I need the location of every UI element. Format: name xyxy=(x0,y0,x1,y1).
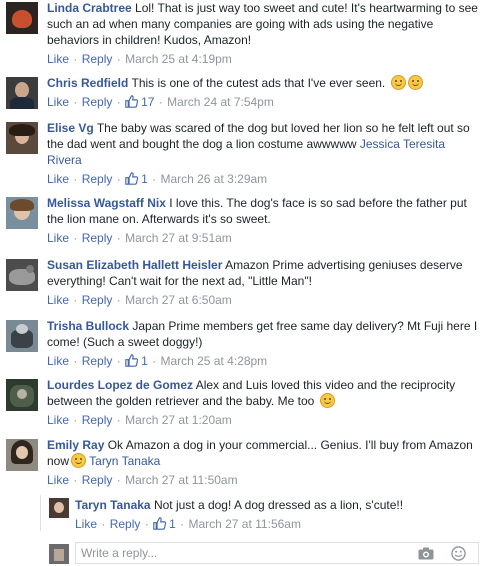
avatar[interactable] xyxy=(6,2,38,34)
thumbs-up-icon xyxy=(125,172,139,185)
comment-content: Taryn Tanaka Not just a dog! A dog dress… xyxy=(75,497,483,513)
reply-button[interactable]: Reply xyxy=(82,172,113,186)
comment-author[interactable]: Susan Elizabeth Hallett Heisler xyxy=(47,258,222,272)
comment-author[interactable]: Melissa Wagstaff Nix xyxy=(47,196,166,210)
like-button[interactable]: Like xyxy=(75,517,97,531)
thumbs-up-icon xyxy=(125,95,139,108)
comment-author[interactable]: Lourdes Lopez de Gomez xyxy=(47,378,193,392)
comment-actions: Like · Reply · 17 · March 24 at 7:54pm xyxy=(47,95,274,109)
avatar[interactable] xyxy=(49,498,69,518)
timestamp[interactable]: March 27 at 11:50am xyxy=(125,473,238,487)
comment-author[interactable]: Linda Crabtree xyxy=(47,1,132,15)
timestamp[interactable]: March 24 at 7:54pm xyxy=(167,95,274,109)
emoji-icon xyxy=(319,393,335,408)
like-button[interactable]: Like xyxy=(47,293,69,307)
avatar xyxy=(49,544,69,564)
comment-text: This is one of the cutest ads that I've … xyxy=(131,76,386,90)
timestamp[interactable]: March 27 at 6:50am xyxy=(125,293,232,307)
emoji-icon xyxy=(390,75,406,90)
comment-content: Lourdes Lopez de Gomez Alex and Luis lov… xyxy=(47,377,483,409)
emoji-icon xyxy=(407,75,423,90)
like-count[interactable]: 1 xyxy=(153,517,179,531)
comment-content: Trisha Bullock Japan Prime members get f… xyxy=(47,318,483,350)
like-button[interactable]: Like xyxy=(47,52,69,66)
comment-actions: Like · Reply · 1 · March 27 at 11:56am xyxy=(75,517,301,531)
camera-icon[interactable] xyxy=(418,547,434,560)
comment-content: Elise Vg The baby was scared of the dog … xyxy=(47,120,483,168)
timestamp[interactable]: March 25 at 4:28pm xyxy=(160,354,267,368)
timestamp[interactable]: March 27 at 11:56am xyxy=(188,517,301,531)
reply-button[interactable]: Reply xyxy=(82,52,113,66)
like-button[interactable]: Like xyxy=(47,172,69,186)
comment-author[interactable]: Elise Vg xyxy=(47,121,94,135)
smiley-icon[interactable] xyxy=(451,546,466,561)
avatar[interactable] xyxy=(6,320,38,352)
comment-actions: Like · Reply · March 27 at 6:50am xyxy=(47,293,232,307)
reply-button[interactable]: Reply xyxy=(82,231,113,245)
avatar[interactable] xyxy=(6,77,38,109)
tagged-user[interactable]: Taryn Tanaka xyxy=(89,454,160,468)
timestamp[interactable]: March 25 at 4:19pm xyxy=(125,52,232,66)
timestamp[interactable]: March 27 at 9:51am xyxy=(125,231,232,245)
reply-button[interactable]: Reply xyxy=(82,95,113,109)
comment-author[interactable]: Trisha Bullock xyxy=(47,319,129,333)
comment-content: Susan Elizabeth Hallett Heisler Amazon P… xyxy=(47,257,483,289)
comment-actions: Like · Reply · March 27 at 1:20am xyxy=(47,413,232,427)
like-count[interactable]: 17 xyxy=(125,95,158,109)
like-count[interactable]: 1 xyxy=(125,172,151,186)
comment-actions: Like · Reply · March 27 at 9:51am xyxy=(47,231,232,245)
reply-placeholder: Write a reply... xyxy=(81,546,158,560)
timestamp[interactable]: March 26 at 3:29am xyxy=(160,172,267,186)
comment-author[interactable]: Taryn Tanaka xyxy=(75,498,151,512)
avatar[interactable] xyxy=(6,197,38,229)
like-button[interactable]: Like xyxy=(47,413,69,427)
reply-button[interactable]: Reply xyxy=(110,517,141,531)
reply-composer: Write a reply... xyxy=(47,540,483,566)
like-button[interactable]: Like xyxy=(47,95,69,109)
avatar[interactable] xyxy=(6,259,38,291)
avatar[interactable] xyxy=(6,379,38,411)
thumbs-up-icon xyxy=(125,354,139,367)
comment-actions: Like · Reply · 1 · March 26 at 3:29am xyxy=(47,172,268,186)
like-button[interactable]: Like xyxy=(47,231,69,245)
reply-button[interactable]: Reply xyxy=(82,354,113,368)
comment-actions: Like · Reply · 1 · March 25 at 4:28pm xyxy=(47,354,268,368)
reply-button[interactable]: Reply xyxy=(82,473,113,487)
comment-content: Chris Redfield This is one of the cutest… xyxy=(47,75,483,91)
comment-content: Emily Ray Ok Amazon a dog in your commer… xyxy=(47,437,483,469)
comment-actions: Like · Reply · March 27 at 11:50am xyxy=(47,473,238,487)
emoji-icon xyxy=(71,453,87,468)
avatar[interactable] xyxy=(6,122,38,154)
comment-author[interactable]: Chris Redfield xyxy=(47,76,128,90)
reply-button[interactable]: Reply xyxy=(82,293,113,307)
comment-content: Linda Crabtree Lol! That is just way too… xyxy=(47,0,483,48)
thumbs-up-icon xyxy=(153,517,167,530)
comment-text: Not just a dog! A dog dressed as a lion,… xyxy=(153,498,404,512)
like-button[interactable]: Like xyxy=(47,354,69,368)
timestamp[interactable]: March 27 at 1:20am xyxy=(125,413,232,427)
comment-author[interactable]: Emily Ray xyxy=(47,438,104,452)
comment-actions: Like · Reply · March 25 at 4:19pm xyxy=(47,52,232,66)
like-button[interactable]: Like xyxy=(47,473,69,487)
like-count[interactable]: 1 xyxy=(125,354,151,368)
reply-button[interactable]: Reply xyxy=(82,413,113,427)
reply-input[interactable]: Write a reply... xyxy=(75,542,479,564)
reply-thread-line xyxy=(40,495,41,531)
avatar[interactable] xyxy=(6,439,38,471)
comment-content: Melissa Wagstaff Nix I love this. The do… xyxy=(47,195,483,227)
